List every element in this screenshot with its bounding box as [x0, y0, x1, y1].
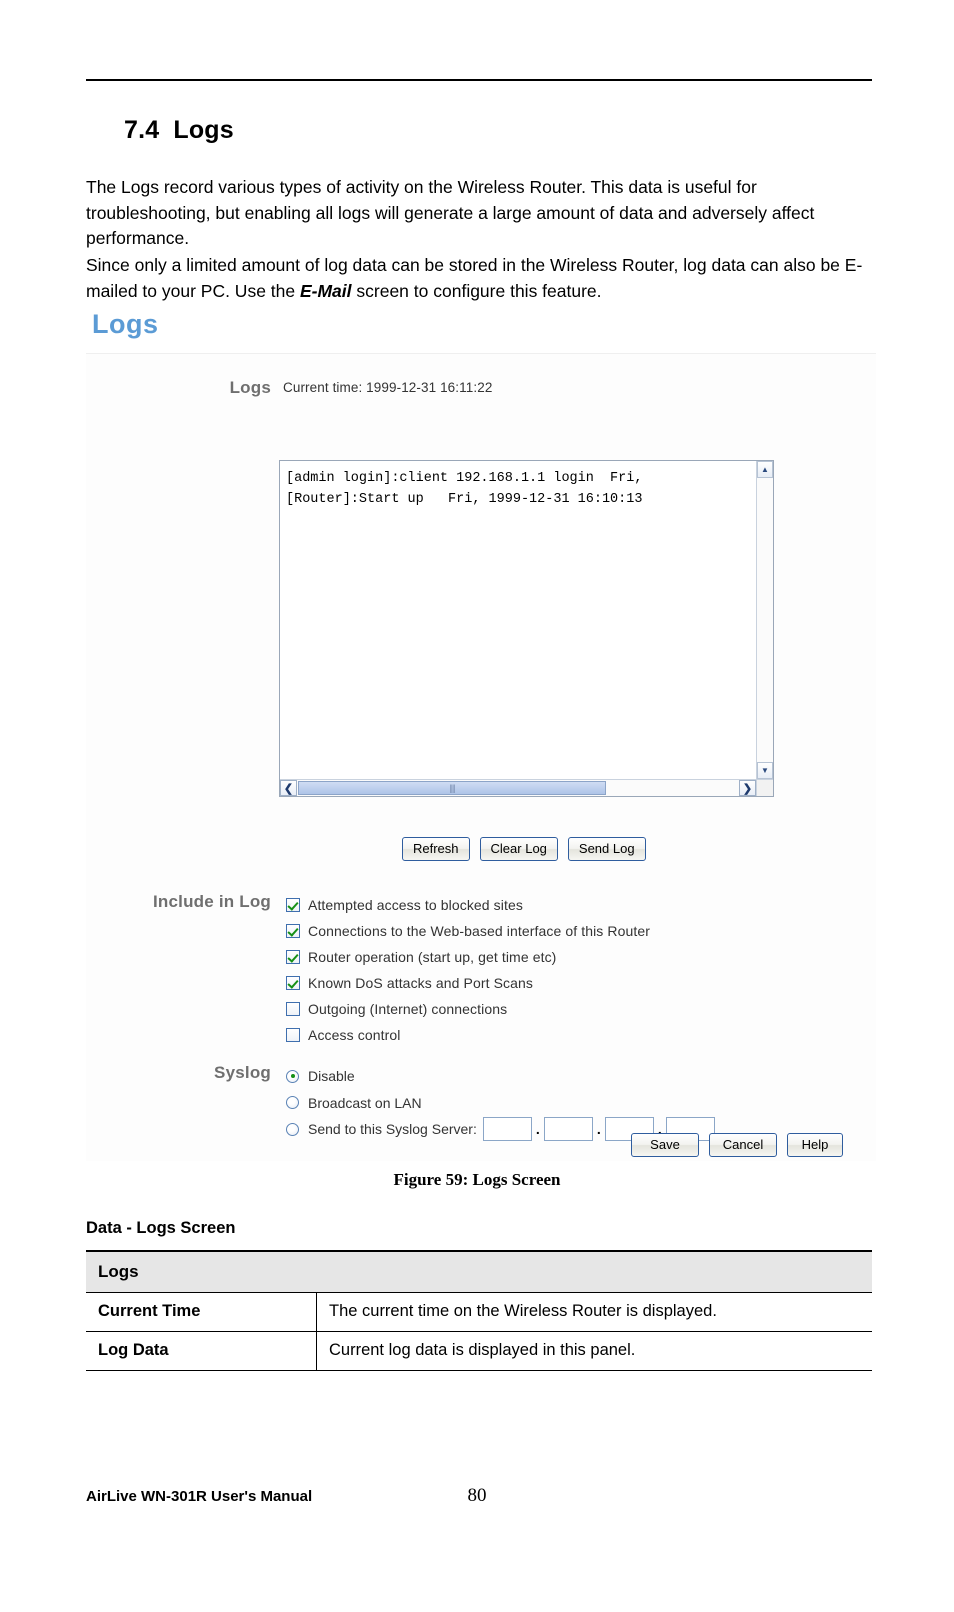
log-text: [admin login]:client 192.168.1.1 login F…: [286, 471, 643, 507]
syslog-ip-octet-2[interactable]: [543, 1117, 593, 1142]
radio-label-broadcast-lan: Broadcast on LAN: [308, 1094, 422, 1111]
checkbox-icon-blocked-sites[interactable]: [286, 898, 300, 912]
screen-title: Logs: [92, 309, 159, 339]
checkbox-label-blocked-sites: Attempted access to blocked sites: [308, 897, 523, 913]
radio-icon-broadcast-lan[interactable]: [286, 1096, 299, 1110]
log-output-panel[interactable]: [admin login]:client 192.168.1.1 login F…: [279, 460, 774, 797]
section-title: Logs: [173, 116, 234, 144]
form-action-buttons: Save Cancel Help: [631, 1133, 843, 1157]
table-value-current-time: The current time on the Wireless Router …: [316, 1292, 872, 1332]
syslog-row-label: Syslog: [214, 1063, 271, 1082]
checkbox-row[interactable]: Outgoing (Internet) connections: [286, 996, 650, 1022]
table-section-header: Logs: [86, 1250, 872, 1293]
scroll-right-icon[interactable]: ❯: [739, 780, 756, 796]
data-table-title: Data - Logs Screen: [86, 1219, 236, 1237]
scrollbar-corner: [756, 779, 773, 796]
checkbox-label-router-operation: Router operation (start up, get time etc…: [308, 949, 557, 965]
table-key-log-data: Log Data: [86, 1331, 317, 1371]
ip-separator: .: [535, 1121, 540, 1138]
radio-label-disable: Disable: [308, 1068, 355, 1085]
scroll-down-icon[interactable]: ▼: [757, 762, 773, 779]
screen-body: Logs Current time: 1999-12-31 16:11:22 […: [86, 353, 876, 1161]
table-row: Log Data Current log data is displayed i…: [86, 1331, 872, 1371]
email-emphasis: E-Mail: [299, 280, 352, 301]
checkbox-label-access-control: Access control: [308, 1027, 401, 1043]
table-value-log-data: Current log data is displayed in this pa…: [316, 1331, 872, 1371]
include-in-log-row-label: Include in Log: [152, 892, 271, 911]
checkbox-row[interactable]: Connections to the Web-based interface o…: [286, 918, 650, 944]
data-logs-screen-table: Logs Current Time The current time on th…: [86, 1250, 872, 1371]
footer-page-number: 80: [467, 1485, 487, 1506]
checkbox-icon-access-control[interactable]: [286, 1028, 300, 1042]
checkbox-label-web-interface: Connections to the Web-based interface o…: [308, 923, 651, 939]
radio-label-syslog-server: Send to this Syslog Server:: [308, 1121, 477, 1138]
scroll-up-icon[interactable]: ▲: [757, 461, 773, 478]
radio-icon-disable[interactable]: [286, 1069, 299, 1083]
checkbox-icon-router-operation[interactable]: [286, 950, 300, 964]
log-horizontal-scrollbar[interactable]: ❮ |||| ❯: [280, 779, 756, 796]
log-vertical-scrollbar[interactable]: ▲ ▼: [756, 461, 773, 779]
section-heading: 7.4 Logs: [124, 116, 234, 145]
header-rule: [86, 79, 872, 81]
send-log-button[interactable]: Send Log: [567, 837, 646, 861]
current-time-value: Current time: 1999-12-31 16:11:22: [283, 380, 493, 395]
intro-paragraph-1: The Logs record various types of activit…: [86, 177, 815, 248]
table-key-current-time: Current Time: [86, 1292, 317, 1332]
radio-icon-syslog-server[interactable]: [286, 1122, 299, 1136]
ip-separator: .: [596, 1121, 601, 1138]
refresh-button[interactable]: Refresh: [402, 837, 470, 861]
include-in-log-options: Attempted access to blocked sites Connec…: [286, 892, 650, 1048]
clear-log-button[interactable]: Clear Log: [479, 837, 558, 861]
radio-row[interactable]: Disable: [286, 1063, 715, 1090]
checkbox-icon-outgoing-connections[interactable]: [286, 1002, 300, 1016]
checkbox-icon-dos-attacks[interactable]: [286, 976, 300, 990]
checkbox-row[interactable]: Attempted access to blocked sites: [286, 892, 650, 918]
checkbox-row[interactable]: Router operation (start up, get time etc…: [286, 944, 650, 970]
logs-row-label: Logs: [229, 378, 271, 397]
help-button[interactable]: Help: [787, 1133, 843, 1157]
checkbox-label-outgoing-connections: Outgoing (Internet) connections: [308, 1001, 508, 1017]
syslog-options: Disable Broadcast on LAN Send to this Sy…: [286, 1063, 715, 1143]
radio-row[interactable]: Broadcast on LAN: [286, 1090, 715, 1117]
checkbox-icon-web-interface[interactable]: [286, 924, 300, 938]
paragraph-2-text-after: screen to configure this feature.: [351, 280, 602, 301]
save-button[interactable]: Save: [631, 1133, 699, 1157]
horizontal-scroll-thumb[interactable]: ||||: [298, 781, 606, 795]
checkbox-row[interactable]: Known DoS attacks and Port Scans: [286, 970, 650, 996]
checkbox-label-dos-attacks: Known DoS attacks and Port Scans: [308, 975, 533, 991]
table-row: Current Time The current time on the Wir…: [86, 1292, 872, 1332]
figure-caption: Figure 59: Logs Screen: [393, 1170, 561, 1189]
intro-paragraph-2: Since only a limited amount of log data …: [86, 253, 876, 304]
checkbox-row[interactable]: Access control: [286, 1022, 650, 1048]
logs-screen-figure: Logs Logs Current time: 1999-12-31 16:11…: [86, 305, 876, 1161]
log-action-buttons: Refresh Clear Log Send Log: [402, 837, 646, 861]
scroll-left-icon[interactable]: ❮: [280, 780, 297, 796]
section-number: 7.4: [124, 116, 160, 144]
syslog-ip-octet-1[interactable]: [482, 1117, 532, 1142]
cancel-button[interactable]: Cancel: [709, 1133, 777, 1157]
document-page: 7.4 Logs The Logs record various types of…: [0, 0, 954, 1612]
table-section-header-row: Logs: [86, 1250, 872, 1293]
